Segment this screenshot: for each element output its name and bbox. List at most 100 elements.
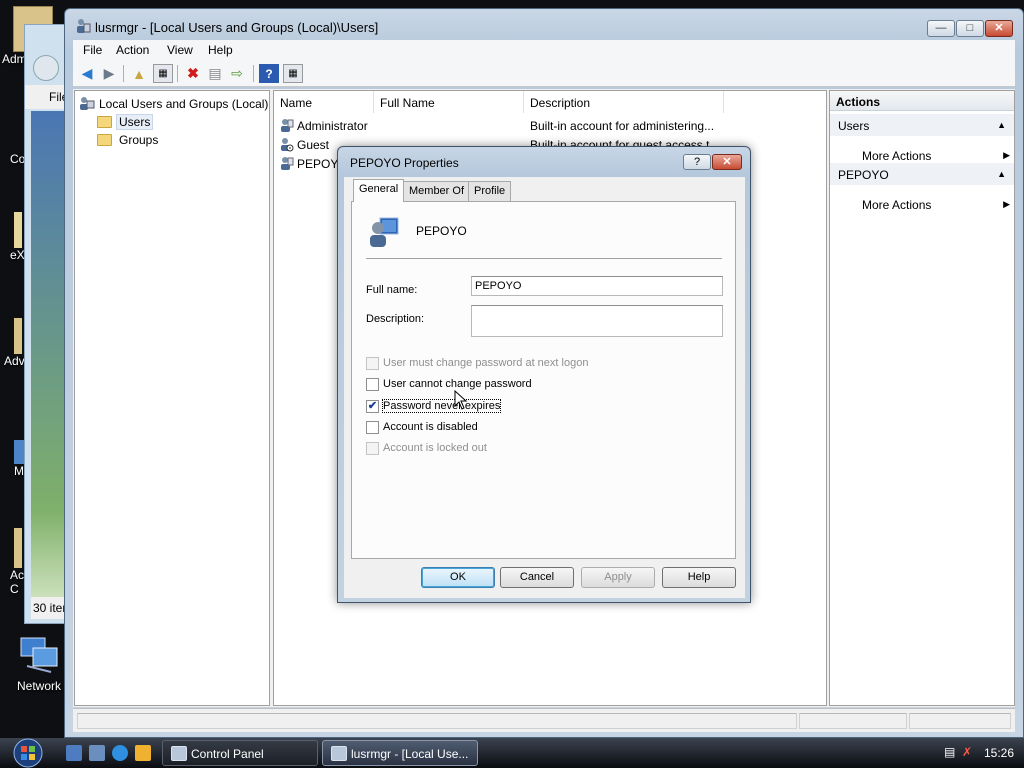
taskbar-item-control-panel[interactable]: Control Panel (162, 740, 318, 766)
user-icon (281, 119, 294, 132)
taskbar-item-lusrmgr[interactable]: lusrmgr - [Local Use... (322, 740, 478, 766)
actions-group-pepoyo[interactable]: PEPOYO ▲ (830, 163, 1014, 185)
divider (366, 258, 722, 259)
more-actions-pepoyo[interactable]: More Actions ▶ (862, 198, 1012, 212)
folder-icon (14, 528, 22, 568)
dialog-help-button[interactable]: ? (683, 154, 711, 170)
monitor-icon (14, 440, 24, 464)
checkbox-password-never-expires[interactable]: ✔ Password never expires (366, 399, 502, 413)
clock[interactable]: 15:26 (984, 746, 1014, 760)
submenu-arrow-icon: ▶ (1003, 150, 1010, 160)
cell-name: Administrator (297, 119, 368, 133)
tree-root[interactable]: Local Users and Groups (Local) (79, 95, 268, 112)
table-row[interactable]: Administrator Built-in account for admin… (280, 116, 820, 135)
ok-button[interactable]: OK (421, 567, 495, 588)
taskbar-item-label: Control Panel (191, 747, 264, 761)
checkbox-label: Account is disabled (383, 421, 478, 433)
full-name-label: Full name: (366, 284, 418, 296)
cell-name: Guest (297, 138, 330, 152)
title-bar[interactable]: lusrmgr - [Local Users and Groups (Local… (65, 9, 1023, 39)
menu-file[interactable]: File (83, 43, 102, 57)
start-orb-icon[interactable] (6, 738, 50, 768)
desktop-icon-adv[interactable]: Adv (0, 318, 25, 368)
tree-item-users-label: Users (116, 113, 154, 130)
collapse-caret-icon[interactable]: ▲ (997, 120, 1006, 130)
menu-view[interactable]: View (167, 43, 193, 57)
help-icon[interactable]: ? (259, 64, 279, 83)
show-action-pane-icon[interactable]: ▦ (283, 64, 303, 83)
column-header-description[interactable]: Description (524, 91, 724, 113)
desktop-icon-co[interactable]: Co (0, 120, 26, 166)
tab-member-of[interactable]: Member Of (403, 181, 471, 201)
menu-action[interactable]: Action (116, 43, 149, 57)
cancel-button[interactable]: Cancel (500, 567, 574, 588)
menu-help[interactable]: Help (208, 43, 233, 57)
back-arrow-icon[interactable]: ◀ (77, 64, 97, 83)
checkbox-box[interactable] (366, 420, 379, 434)
help-button[interactable]: Help (662, 567, 736, 588)
dialog-close-button[interactable]: ✕ (712, 154, 742, 170)
user-icon (281, 157, 294, 170)
checkbox-box-checked[interactable]: ✔ (366, 399, 379, 413)
media-player-icon[interactable] (135, 745, 151, 761)
desktop-icon-label: Network (16, 679, 61, 693)
maximize-button[interactable]: □ (956, 20, 984, 37)
actions-pane: Actions Users ▲ More Actions ▶ PEPOYO ▲ … (829, 90, 1015, 706)
submenu-arrow-icon: ▶ (1003, 199, 1010, 209)
description-field[interactable] (471, 305, 723, 337)
checkbox-account-disabled[interactable]: Account is disabled (366, 420, 478, 434)
toolbar: ◀ ▶ ▲ ▦ ✖ ▤ ⇨ ? ▦ (73, 60, 1015, 87)
folder-icon (97, 115, 112, 128)
user-computer-icon (370, 217, 399, 247)
minimize-button[interactable]: — (927, 20, 955, 37)
delete-icon[interactable]: ✖ (183, 64, 203, 83)
tab-profile[interactable]: Profile (468, 181, 512, 201)
desktop-icon-label: Ac C (10, 568, 25, 596)
status-bar (73, 708, 1015, 732)
internet-explorer-icon[interactable] (112, 745, 128, 761)
network-tray-icon[interactable]: ▤ (944, 745, 955, 759)
up-folder-icon[interactable]: ▲ (129, 64, 149, 83)
document-icon (14, 212, 22, 248)
show-hide-tree-icon[interactable]: ▦ (153, 64, 173, 83)
back-circle-icon[interactable] (33, 55, 59, 81)
desktop-icon-label: Co (10, 152, 26, 166)
properties-dialog: PEPOYO Properties ? ✕ General Member Of … (337, 146, 751, 603)
taskbar: Control Panel lusrmgr - [Local Use... ▤ … (0, 738, 1024, 768)
forward-arrow-icon[interactable]: ▶ (99, 64, 119, 83)
desktop-icon-ex[interactable]: eX (0, 212, 25, 262)
export-list-icon[interactable]: ⇨ (227, 64, 247, 83)
actions-group-users[interactable]: Users ▲ (830, 114, 1014, 136)
volume-muted-icon[interactable]: ✗ (962, 745, 972, 759)
column-header-full-name[interactable]: Full Name (374, 91, 524, 113)
mouse-pointer-icon (454, 390, 468, 410)
folder-icon (14, 318, 22, 354)
desktop-icon-m[interactable]: M (0, 440, 24, 478)
checkbox-box (366, 441, 379, 455)
show-desktop-icon[interactable] (66, 745, 82, 761)
tab-general[interactable]: General (353, 179, 405, 202)
full-name-field[interactable]: PEPOYO (471, 276, 723, 296)
switch-windows-icon[interactable] (89, 745, 105, 761)
desktop-icon-network[interactable]: Network (6, 636, 72, 693)
checkbox-box[interactable] (366, 377, 379, 391)
more-actions-users[interactable]: More Actions ▶ (862, 149, 1012, 163)
tree-root-label: Local Users and Groups (Local) (99, 96, 269, 111)
cell-description: Built-in account for administering... (530, 119, 715, 133)
checkbox-account-locked-out: Account is locked out (366, 441, 487, 455)
tree-item-groups[interactable]: Groups (97, 131, 158, 148)
tree-item-users[interactable]: Users (97, 113, 154, 130)
collapse-caret-icon[interactable]: ▲ (997, 169, 1006, 179)
properties-icon[interactable]: ▤ (205, 64, 225, 83)
checkbox-label: Account is locked out (383, 442, 487, 454)
checkbox-label: User cannot change password (383, 378, 532, 390)
tree-item-groups-label: Groups (119, 132, 159, 147)
status-segment (799, 713, 907, 729)
dialog-body: General Member Of Profile PEPOYO Full na… (344, 177, 745, 598)
column-header-name[interactable]: Name (274, 91, 374, 113)
desktop-icon-acc[interactable]: Ac C (0, 528, 24, 596)
close-button[interactable]: ✕ (985, 20, 1013, 37)
checkbox-cannot-change-password[interactable]: User cannot change password (366, 377, 532, 391)
apply-button: Apply (581, 567, 655, 588)
desktop-icon-label: M (14, 464, 24, 478)
